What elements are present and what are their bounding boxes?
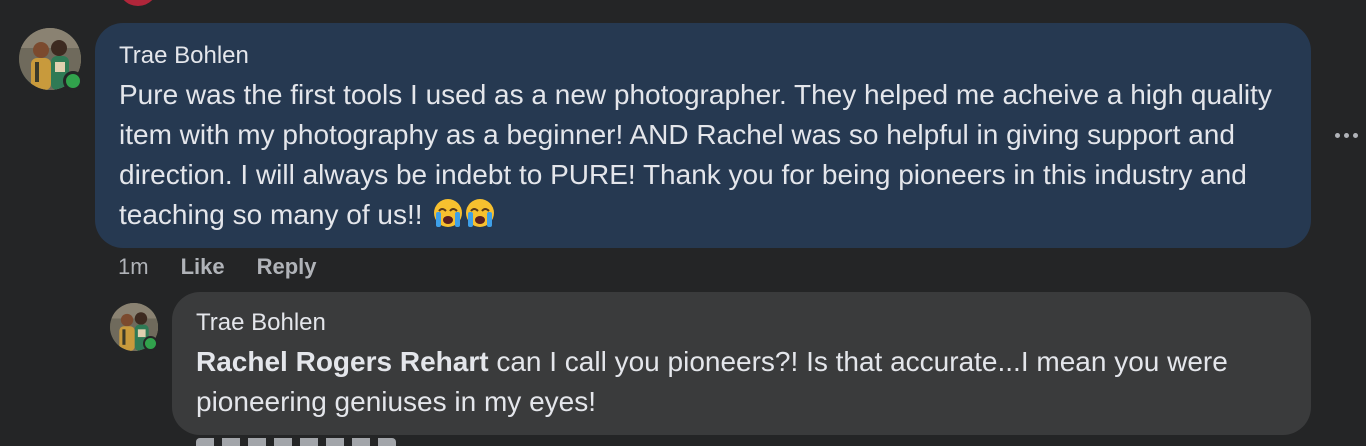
reply-button[interactable]: Reply: [257, 254, 317, 280]
reply-bubble: Trae Bohlen Rachel Rogers Rehart can I c…: [172, 292, 1311, 435]
comment-timestamp[interactable]: 1m: [118, 254, 149, 280]
loudly-crying-face-icon: [434, 199, 463, 227]
more-horizontal-icon: [1334, 132, 1340, 138]
more-horizontal-icon-dot: [1343, 132, 1349, 138]
loudly-crying-face-icon: [466, 199, 495, 227]
next-comment-actions-cut: [196, 438, 416, 446]
comment-body: Pure was the first tools I used as a new…: [119, 79, 1272, 230]
like-button[interactable]: Like: [181, 254, 225, 280]
online-status-indicator: [63, 71, 83, 91]
comment-text: Pure was the first tools I used as a new…: [119, 75, 1287, 235]
online-status-indicator: [143, 336, 158, 351]
previous-comment-avatar[interactable]: [118, 0, 158, 6]
more-horizontal-icon-dot: [1352, 132, 1358, 138]
reply-text: Rachel Rogers Rehart can I call you pion…: [196, 342, 1287, 422]
comment-actions: 1m Like Reply: [118, 252, 317, 282]
mention-link[interactable]: Rachel Rogers Rehart: [196, 346, 489, 377]
reply-author[interactable]: Trae Bohlen: [196, 308, 1287, 338]
more-options-button[interactable]: [1328, 120, 1364, 150]
comment-author[interactable]: Trae Bohlen: [119, 41, 1287, 71]
comment-thread: Trae Bohlen Pure was the first tools I u…: [0, 0, 1366, 446]
comment-bubble: Trae Bohlen Pure was the first tools I u…: [95, 23, 1311, 248]
